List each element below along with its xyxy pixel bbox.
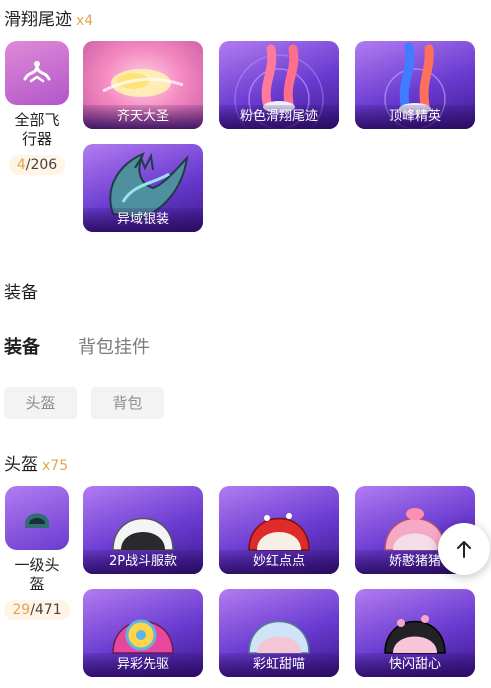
helmets-summary[interactable]: 一级头 盔 29/471 [4,486,70,620]
helmet-name: 妙红点点 [219,550,339,574]
trails-summary-label-line2: 行器 [21,130,52,148]
trail-name: 齐天大圣 [83,105,203,129]
helmets-summary-label-line2: 盔 [29,575,45,593]
helmets-owned: 29 [12,602,31,618]
helmets-count: x75 [42,458,69,474]
trail-card[interactable]: 粉色滑翔尾迹 [219,41,339,129]
helmets-summary-label-line1: 一级头 [14,556,60,574]
trail-card[interactable]: 顶峰精英 [355,41,475,129]
helmets-title: 头盔 [4,455,38,475]
glider-icon [5,41,69,105]
helmets-total: /471 [30,602,62,618]
trails-header: 滑翔尾迹 x4 [4,5,93,30]
trails-owned: 4 [16,157,26,173]
trail-card[interactable]: 齐天大圣 [83,41,203,129]
trails-summary-label: 全部飞 行器 [4,111,70,149]
back-to-top-button[interactable] [438,523,490,575]
equipment-heading: 装备 [4,283,38,303]
trail-name: 粉色滑翔尾迹 [219,105,339,129]
chip-helmet[interactable]: 头盔 [4,387,77,419]
trails-summary[interactable]: 全部飞 行器 4/206 [4,41,70,175]
helmet-card[interactable]: 2P战斗服款 [83,486,203,574]
tab-equipment[interactable]: 装备 [4,333,40,359]
helmet-name: 异彩先驱 [83,653,203,677]
chip-backpack[interactable]: 背包 [91,387,164,419]
tab-backpack-pendant[interactable]: 背包挂件 [78,333,150,359]
helmet-icon [5,486,69,550]
helmets-header: 头盔 x75 [4,450,68,475]
helmet-name: 彩虹甜喵 [219,653,339,677]
trail-name: 顶峰精英 [355,105,475,129]
helmets-summary-label: 一级头 盔 [4,556,70,594]
trails-progress: 4/206 [8,155,66,175]
helmet-card[interactable]: 快闪甜心 [355,589,475,677]
helmet-name: 快闪甜心 [355,653,475,677]
helmet-card[interactable]: 彩虹甜喵 [219,589,339,677]
helmet-card[interactable]: 妙红点点 [219,486,339,574]
trails-title: 滑翔尾迹 [4,10,72,30]
arrow-up-icon [457,541,471,558]
trail-name: 异域银装 [83,208,203,232]
trails-count: x4 [76,13,94,29]
trails-total: /206 [25,157,58,173]
helmet-name: 2P战斗服款 [83,550,203,574]
helmets-progress: 29/471 [4,600,70,620]
trail-card[interactable]: 异域银装 [83,144,203,232]
trails-summary-label-line1: 全部飞 [14,111,60,129]
helmet-card[interactable]: 异彩先驱 [83,589,203,677]
